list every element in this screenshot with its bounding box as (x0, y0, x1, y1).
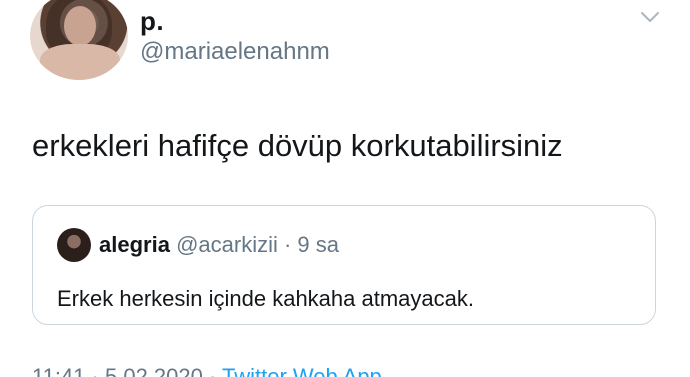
author-display-name[interactable]: p. (140, 6, 164, 37)
tweet-footer: 11:41 · 5.02.2020 · Twitter Web App (32, 364, 382, 377)
footer-separator-2: · (202, 364, 223, 377)
chevron-down-icon[interactable] (640, 10, 660, 24)
quoted-author-name: alegria (99, 232, 170, 257)
tweet-date: 5.02.2020 (104, 364, 203, 377)
tweet-detail: p. @mariaelenahnm erkekleri hafifçe dövü… (0, 0, 690, 377)
quoted-author-avatar (57, 228, 91, 262)
quoted-meta-separator: · (277, 232, 298, 257)
tweet-text: erkekleri hafifçe dövüp korkutabilirsini… (32, 128, 563, 163)
quoted-tweet-time: 9 sa (297, 232, 340, 257)
footer-separator-1: · (85, 364, 105, 377)
quoted-tweet-header: alegria @acarkizii · 9 sa (99, 232, 339, 258)
author-avatar[interactable] (30, 0, 128, 80)
quoted-tweet-card[interactable]: alegria @acarkizii · 9 sa Erkek herkesin… (32, 205, 656, 325)
author-handle[interactable]: @mariaelenahnm (140, 38, 330, 66)
avatar-face (64, 6, 96, 46)
quoted-tweet-text: Erkek herkesin içinde kahkaha atmayacak. (57, 286, 474, 311)
avatar-body (40, 44, 120, 80)
quoted-author-handle: @acarkizii (176, 232, 278, 257)
tweet-time: 11:41 (32, 364, 86, 377)
tweet-source-link[interactable]: Twitter Web App (222, 364, 382, 377)
